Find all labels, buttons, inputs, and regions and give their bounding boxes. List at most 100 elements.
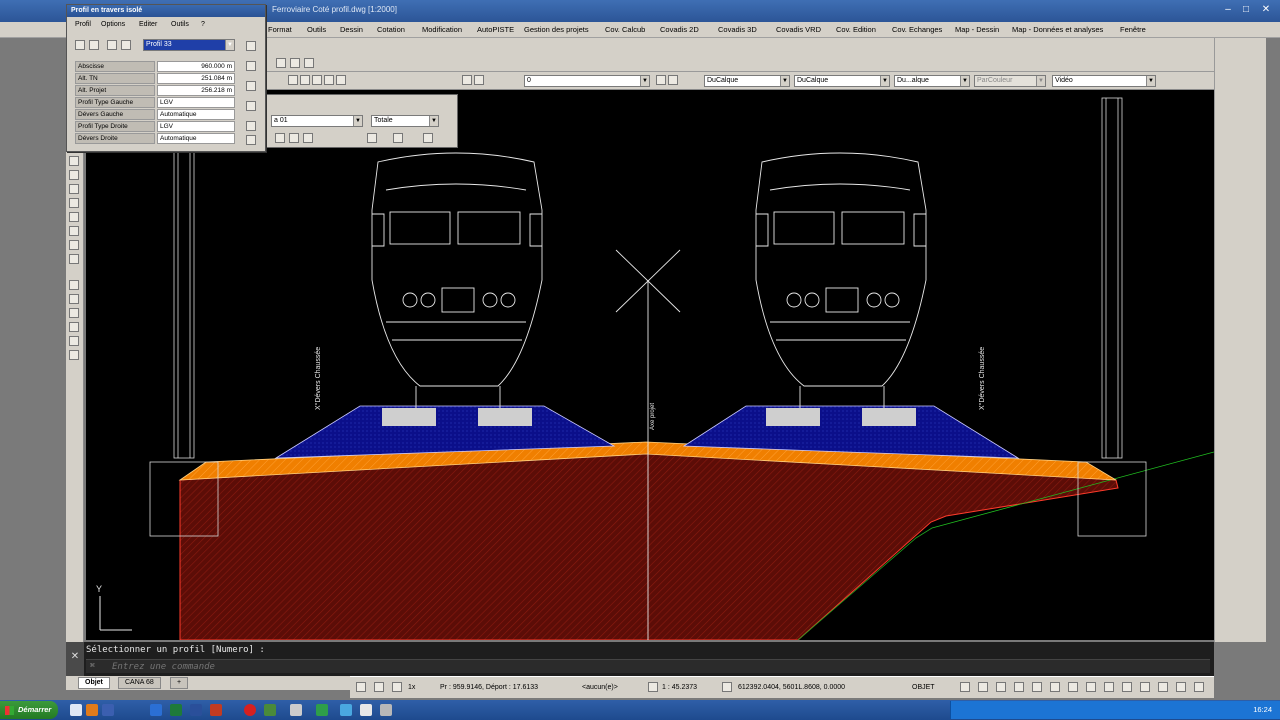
annotation-icon[interactable] bbox=[1122, 682, 1132, 692]
row-value-profil-type-droite[interactable]: LGV bbox=[157, 121, 235, 132]
new-icon[interactable] bbox=[276, 58, 286, 68]
row-value-profil-type-gauche[interactable]: LGV bbox=[157, 97, 235, 108]
grid-icon[interactable] bbox=[392, 682, 402, 692]
rotate-icon[interactable] bbox=[69, 240, 79, 250]
menu-cotation[interactable]: Cotation bbox=[377, 25, 405, 34]
help-icon[interactable] bbox=[423, 133, 433, 143]
lineweight-combo[interactable]: Du...alque ▼ bbox=[894, 75, 970, 87]
powerpoint-icon[interactable] bbox=[210, 704, 222, 716]
close-button[interactable]: ✕ bbox=[1258, 3, 1274, 17]
app5-icon[interactable] bbox=[340, 704, 352, 716]
plotstyle-combo[interactable]: ParCouleur ▼ bbox=[974, 75, 1046, 87]
mode-objet[interactable]: OBJET bbox=[912, 684, 935, 691]
maximize-button[interactable]: □ bbox=[1238, 3, 1254, 17]
zoom-realtime-icon[interactable] bbox=[300, 75, 310, 85]
dyn-icon[interactable] bbox=[1032, 682, 1042, 692]
chevron-down-icon[interactable] bbox=[246, 135, 256, 145]
menu-covadis-vrd[interactable]: Covadis VRD bbox=[776, 25, 821, 34]
tab-objet[interactable]: Objet bbox=[78, 677, 110, 689]
move-icon[interactable] bbox=[69, 226, 79, 236]
tool-d-icon[interactable] bbox=[367, 133, 377, 143]
profil-menu-profil[interactable]: Profil bbox=[75, 21, 91, 28]
menu-outils[interactable]: Outils bbox=[307, 25, 326, 34]
last-profile-icon[interactable] bbox=[121, 40, 131, 50]
start-button[interactable]: Démarrer bbox=[0, 701, 58, 719]
row-value-devers-gauche[interactable]: Automatique bbox=[157, 109, 235, 120]
make-current-layer-icon[interactable] bbox=[656, 75, 666, 85]
lineweight-icon[interactable] bbox=[1050, 682, 1060, 692]
tool-e-icon[interactable] bbox=[393, 133, 403, 143]
osnap-readout[interactable]: <aucun(e)> bbox=[582, 684, 618, 691]
zoom-previous-icon[interactable] bbox=[324, 75, 334, 85]
desktop-icon[interactable] bbox=[70, 704, 82, 716]
tool-a-icon[interactable] bbox=[275, 133, 285, 143]
zoom-extents-icon[interactable] bbox=[336, 75, 346, 85]
profil-menu-editer[interactable]: Editer bbox=[139, 21, 157, 28]
opera-icon[interactable] bbox=[244, 704, 256, 716]
menu-map-dessin[interactable]: Map - Dessin bbox=[955, 25, 999, 34]
floattb-combo-1[interactable]: a 01 ▼ bbox=[271, 115, 363, 127]
first-profile-icon[interactable] bbox=[75, 40, 85, 50]
menu-autopiste[interactable]: AutoPISTE bbox=[477, 25, 514, 34]
snap-icon[interactable] bbox=[374, 682, 384, 692]
close-icon[interactable]: ✕ bbox=[66, 642, 84, 676]
view-combo[interactable]: Vidéo ▼ bbox=[1052, 75, 1156, 87]
app4-icon[interactable] bbox=[316, 704, 328, 716]
otrack-icon[interactable] bbox=[1014, 682, 1024, 692]
explorer-icon[interactable] bbox=[102, 704, 114, 716]
menu-map-donnees[interactable]: Map - Données et analyses bbox=[1012, 25, 1103, 34]
menu-cov-calcub[interactable]: Cov. Calcub bbox=[605, 25, 645, 34]
row-value-devers-droite[interactable]: Automatique bbox=[157, 133, 235, 144]
customize-icon[interactable] bbox=[1194, 682, 1204, 692]
excel-icon[interactable] bbox=[170, 704, 182, 716]
menu-dessin[interactable]: Dessin bbox=[340, 25, 363, 34]
floattb-combo-2[interactable]: Totale ▼ bbox=[371, 115, 439, 127]
array-icon[interactable] bbox=[69, 212, 79, 222]
color-combo[interactable]: DuCalque ▼ bbox=[704, 75, 790, 87]
break-icon[interactable] bbox=[69, 322, 79, 332]
scale-icon[interactable] bbox=[69, 254, 79, 264]
transparency-icon[interactable] bbox=[1068, 682, 1078, 692]
profil-menu-outils[interactable]: Outils bbox=[171, 21, 189, 28]
extend-icon[interactable] bbox=[69, 308, 79, 318]
layer-state-icon[interactable] bbox=[474, 75, 484, 85]
menu-covadis-2d[interactable]: Covadis 2D bbox=[660, 25, 699, 34]
tab-cana-68[interactable]: CANA 68 bbox=[118, 677, 161, 689]
drawing-canvas[interactable]: Axe projet X°Dévers Chaussée X°Dévers Ch… bbox=[86, 90, 1214, 640]
scale-readout[interactable]: 1x bbox=[408, 684, 415, 691]
linetype-combo[interactable]: DuCalque ▼ bbox=[794, 75, 890, 87]
erase-icon[interactable] bbox=[69, 156, 79, 166]
grid-icon[interactable] bbox=[246, 81, 256, 91]
zoom-window-icon[interactable] bbox=[312, 75, 322, 85]
open-icon[interactable] bbox=[290, 58, 300, 68]
edit-profile-icon[interactable] bbox=[246, 61, 256, 71]
tool-c-icon[interactable] bbox=[303, 133, 313, 143]
tab-add[interactable]: + bbox=[170, 677, 189, 689]
select-icon[interactable] bbox=[246, 101, 256, 111]
osnap-icon[interactable] bbox=[996, 682, 1006, 692]
tool-b-icon[interactable] bbox=[289, 133, 299, 143]
save-icon[interactable] bbox=[304, 58, 314, 68]
command-input[interactable] bbox=[112, 661, 1012, 673]
mirror-icon[interactable] bbox=[69, 184, 79, 194]
vertical-scrollbar[interactable] bbox=[1214, 38, 1266, 642]
menu-gestion-projets[interactable]: Gestion des projets bbox=[524, 25, 589, 34]
selection-cycling-icon[interactable] bbox=[1086, 682, 1096, 692]
row-value-abscisse[interactable]: 960.000 m bbox=[157, 61, 235, 72]
row-value-alt-tn[interactable]: 251.084 m bbox=[157, 73, 235, 84]
minimize-button[interactable]: – bbox=[1220, 3, 1236, 17]
join-icon[interactable] bbox=[69, 336, 79, 346]
chamfer-icon[interactable] bbox=[69, 350, 79, 360]
trim-icon[interactable] bbox=[69, 294, 79, 304]
profile-select[interactable]: Profil 33 ▼ bbox=[143, 39, 235, 51]
offset-icon[interactable] bbox=[69, 198, 79, 208]
lock-icon[interactable] bbox=[722, 682, 732, 692]
word-icon[interactable] bbox=[150, 704, 162, 716]
previous-profile-icon[interactable] bbox=[89, 40, 99, 50]
lock-icon[interactable] bbox=[246, 121, 256, 131]
tool-icon[interactable] bbox=[290, 704, 302, 716]
annotation-scale-icon[interactable] bbox=[648, 682, 658, 692]
units-icon[interactable] bbox=[1140, 682, 1150, 692]
menu-cov-edition[interactable]: Cov. Edition bbox=[836, 25, 876, 34]
draw-profile-icon[interactable] bbox=[246, 41, 256, 51]
